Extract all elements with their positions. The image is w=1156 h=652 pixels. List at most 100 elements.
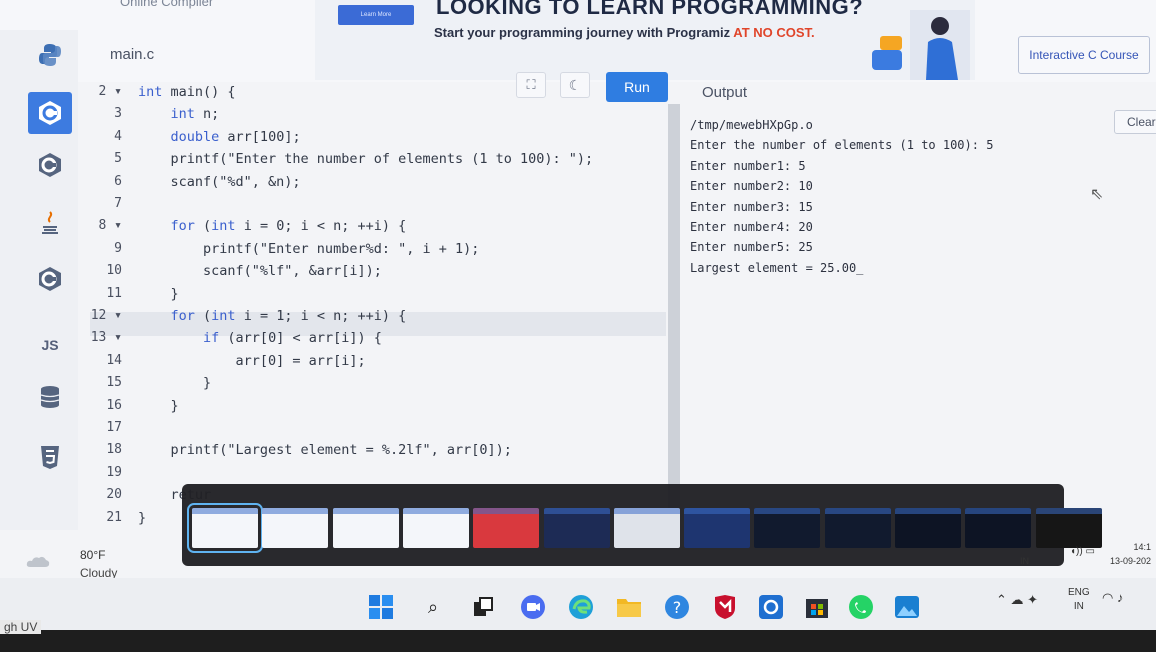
photos-button[interactable] [892,592,922,622]
window-thumbnail[interactable] [965,508,1032,548]
windows-start-icon [369,595,393,619]
sidebar-item-js[interactable]: JS [28,324,72,366]
window-thumbnail[interactable] [332,508,399,548]
sidebar-item-csharp[interactable] [28,258,72,300]
volume-icon: ♪ [1116,590,1124,605]
store-button[interactable] [802,592,832,622]
line-code: arr[0] = arr[i]; [138,352,366,369]
volume-icon: ◖)) [1070,546,1083,557]
line-code: scanf("%d", &n); [138,173,301,190]
dropbox-icon: ✦ [1027,592,1039,607]
help-button[interactable]: ? [662,592,692,622]
output-line: Enter number2: 10 [690,179,813,194]
line-number: 15 [106,375,122,391]
js-label: JS [41,337,59,353]
battery-icon: ▭ [1085,546,1095,557]
line-number: 7 [114,196,122,211]
window-thumbnail[interactable] [895,508,961,548]
file-explorer-button[interactable] [614,592,644,622]
output-line: Largest element = 25.00_ [690,260,864,275]
window-thumbnail[interactable] [684,508,751,548]
task-view-icon [474,597,493,616]
help-icon: ? [665,595,689,619]
sidebar-item-c[interactable] [28,92,72,134]
sidebar-item-java[interactable] [28,202,72,244]
database-icon [40,386,60,408]
system-tray[interactable]: ◠ ♪ [1102,590,1123,606]
banner-subtitle-text: Start your programming journey with Prog… [434,25,734,40]
sidebar-item-sql[interactable] [28,376,72,418]
window-thumbnail[interactable] [1035,508,1102,548]
window-thumbnail[interactable] [473,508,540,548]
mcafee-button[interactable] [710,592,740,622]
banner-subtitle-highlight: AT NO COST. [733,25,815,40]
output-line: /tmp/mewebHXpGp.o [690,118,813,132]
whatsapp-button[interactable] [846,592,876,622]
thumbnail-bar [824,508,891,514]
cloud-sync-icon: ☁ [1010,592,1024,607]
panel-splitter[interactable] [668,104,680,524]
window-thumbnail[interactable] [543,508,610,548]
thumbnail-bar [192,508,258,514]
line-number: 13 ▾ [90,330,122,346]
line-number: 9 [114,240,122,256]
edge-button[interactable] [566,592,596,622]
sidebar-item-python[interactable] [28,34,72,76]
window-thumbnail[interactable] [187,503,263,553]
whatsapp-icon [849,595,873,619]
sidebar-item-html[interactable] [28,436,72,478]
laptop-bezel [0,630,1156,652]
line-code: } [138,375,212,392]
mcafee-icon [715,595,735,619]
language-code: ENG [1068,587,1090,598]
clock-date: 13-09-202 [1110,556,1152,566]
language-indicator[interactable]: ENG IN [1068,586,1090,614]
output-line: Enter number5: 25 [690,240,813,255]
line-code: for (int i = 0; i < n; ++i) { [170,218,407,235]
thumbnail-bar [1035,508,1102,514]
search-icon: ⌕ [427,596,439,617]
line-number: 14 [106,352,122,368]
line-code: } [138,509,147,526]
banner-headline: LOOKING TO LEARN PROGRAMMING? [436,0,864,19]
task-view-button[interactable] [468,592,498,622]
learn-more-button[interactable]: Learn More [338,5,414,25]
clock[interactable]: 14:1 13-09-202 [1110,540,1151,568]
tray-overflow[interactable]: ⌃ ☁ ✦ [996,592,1038,608]
search-button[interactable]: ⌕ [418,592,448,622]
line-number: 16 [106,397,122,413]
line-number: 18 [106,442,122,458]
language-sidebar: JS [0,30,78,530]
line-number: 5 [114,151,122,167]
window-thumbnail[interactable] [754,508,821,548]
line-code: } [138,285,179,302]
window-thumbnail[interactable] [262,508,329,548]
person-illustration-icon [872,10,970,80]
code-editor[interactable]: 2 ▾ int main() {3 int n; 4 double arr[100]… [80,80,680,530]
clear-button[interactable]: Clear [1114,110,1156,134]
tray-mini-icons: ◖)) ▭ [1070,546,1095,557]
tray-region-code: IN [1020,556,1029,566]
app-button[interactable] [756,592,786,622]
mouse-pointer-icon: ⇖ [1090,186,1104,203]
line-code: printf("Enter the number of elements (1 … [138,151,594,168]
output-line: Enter number1: 5 [690,158,806,173]
interactive-course-button[interactable]: Interactive C Course [1018,36,1150,74]
meet-button[interactable] [518,592,548,622]
sidebar-item-cpp[interactable] [28,144,72,186]
line-number: 19 [106,464,122,480]
window-thumbnail[interactable] [402,508,469,548]
line-code: scanf("%lf", &arr[i]); [138,263,382,280]
site-brand: Online Compiler [120,0,214,9]
windows-start-button[interactable] [366,592,396,622]
thumbnail-bar [473,508,540,514]
region-code: IN [1073,601,1084,612]
cloud-icon [26,556,50,567]
line-code: printf("Enter number%d: ", i + 1); [138,240,480,257]
window-thumbnail[interactable] [824,508,891,548]
window-thumbnail[interactable] [613,508,680,548]
output-line: Enter number3: 15 [690,199,813,214]
file-tab[interactable]: main.c [110,46,154,63]
screen: Online Compiler Learn More LOOKING TO LE… [0,0,1156,640]
line-number: 3 [114,106,122,122]
